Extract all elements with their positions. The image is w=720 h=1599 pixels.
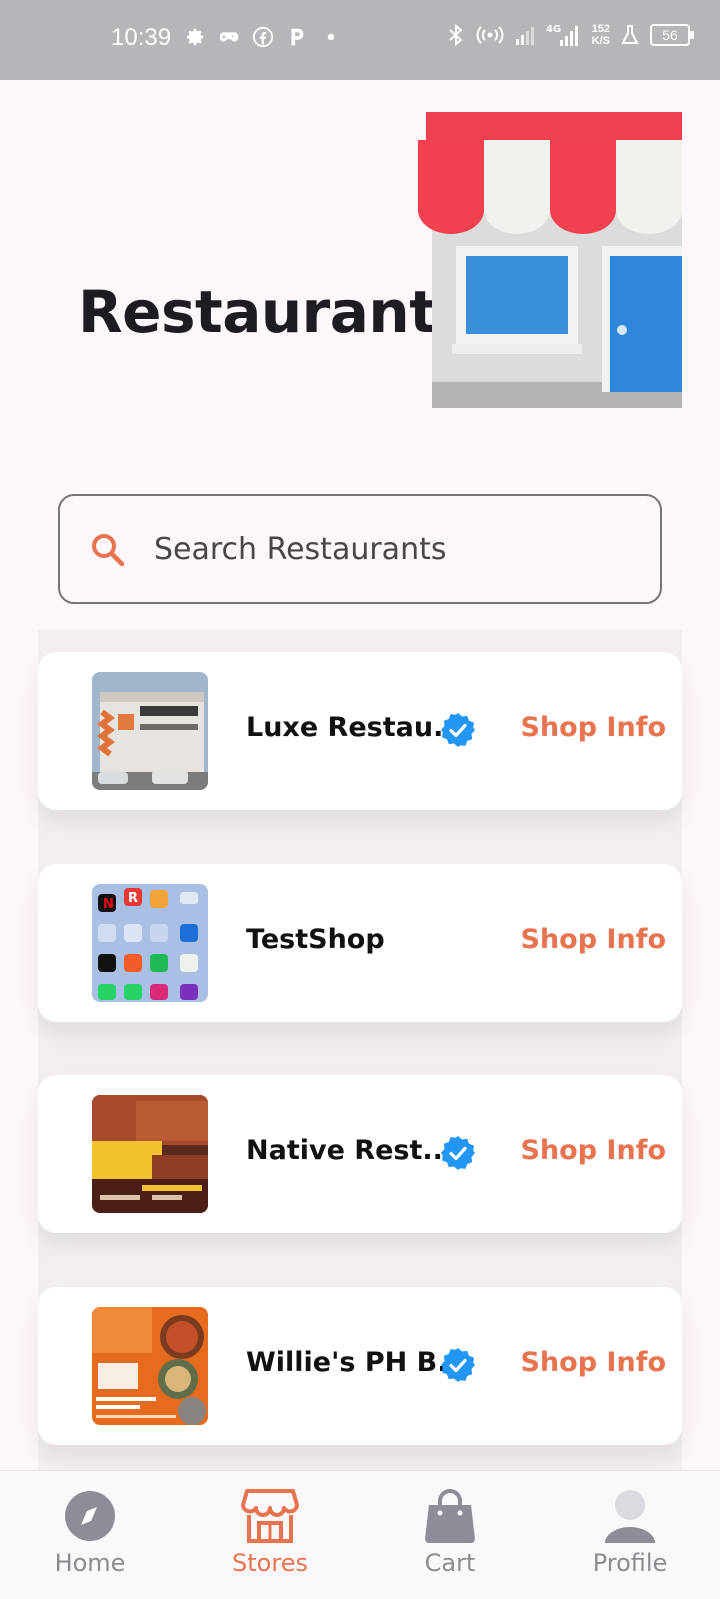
nav-label: Home bbox=[54, 1549, 126, 1577]
search-input[interactable] bbox=[154, 526, 634, 572]
nav-label: Profile bbox=[592, 1549, 668, 1577]
verified-badge-icon bbox=[441, 713, 475, 747]
store-icon bbox=[241, 1489, 299, 1543]
settings-icon bbox=[186, 28, 204, 46]
restaurant-thumbnail bbox=[92, 1307, 208, 1425]
restaurant-card-native[interactable]: Native Rest... Shop Info bbox=[38, 1075, 682, 1233]
4g-signal-icon: 4G bbox=[546, 24, 578, 46]
nav-item-profile[interactable]: Profile bbox=[560, 1487, 700, 1577]
verified-badge-icon bbox=[441, 1136, 475, 1170]
svg-text:4G: 4G bbox=[546, 24, 561, 35]
restaurant-card-luxe[interactable]: Luxe Restau... Shop Info bbox=[38, 652, 682, 810]
verified-badge-icon bbox=[441, 1348, 475, 1382]
network-speed: 152 K/S bbox=[592, 23, 610, 47]
restaurant-name[interactable]: Luxe Restau... bbox=[246, 712, 464, 743]
restaurant-card-testshop[interactable]: N R TestShop Shop Info bbox=[38, 864, 682, 1022]
dot-icon bbox=[327, 33, 335, 41]
person-icon bbox=[605, 1490, 655, 1543]
search-icon bbox=[92, 534, 125, 567]
compass-icon bbox=[65, 1491, 115, 1541]
hotspot-icon bbox=[476, 26, 504, 44]
nav-label: Cart bbox=[424, 1549, 476, 1577]
shop-info-button[interactable]: Shop Info bbox=[520, 1135, 666, 1166]
restaurant-card-willies[interactable]: Willie's PH B... Shop Info bbox=[38, 1287, 682, 1445]
shopping-bag-icon bbox=[425, 1489, 475, 1543]
gamepad-icon bbox=[219, 32, 239, 42]
nav-item-home[interactable]: Home bbox=[20, 1487, 160, 1577]
shop-info-button[interactable]: Shop Info bbox=[520, 712, 666, 743]
network-speed-unit: K/S bbox=[591, 35, 610, 47]
system-icons: 4G 152 K/S 56 bbox=[446, 22, 694, 48]
status-bar: 10:39 4G 152 K/S 56 bbox=[0, 0, 720, 80]
p-app-icon bbox=[291, 28, 304, 46]
notification-icons bbox=[184, 26, 342, 48]
svg-text:N: N bbox=[103, 897, 114, 912]
restaurant-name[interactable]: Willie's PH B... bbox=[246, 1347, 468, 1378]
nav-item-stores[interactable]: Stores bbox=[200, 1487, 340, 1577]
nav-item-cart[interactable]: Cart bbox=[380, 1487, 520, 1577]
restaurant-name[interactable]: Native Rest... bbox=[246, 1135, 453, 1166]
shop-info-button[interactable]: Shop Info bbox=[520, 924, 666, 955]
restaurant-thumbnail bbox=[92, 1095, 208, 1213]
storefront-illustration bbox=[418, 112, 682, 408]
nav-label: Stores bbox=[232, 1549, 308, 1577]
search-box[interactable] bbox=[58, 494, 662, 604]
svg-text:R: R bbox=[128, 891, 138, 906]
bottom-navigation: Home Stores Cart Profile bbox=[0, 1470, 720, 1599]
signal-icon bbox=[515, 27, 534, 45]
network-speed-value: 152 bbox=[591, 23, 610, 35]
facebook-icon bbox=[252, 26, 274, 48]
restaurant-name[interactable]: TestShop bbox=[246, 924, 385, 955]
bluetooth-icon bbox=[448, 23, 463, 47]
shop-info-button[interactable]: Shop Info bbox=[520, 1347, 666, 1378]
status-time: 10:39 bbox=[111, 24, 172, 51]
restaurant-thumbnail: N R bbox=[92, 884, 208, 1002]
battery-indicator: 56 bbox=[650, 24, 694, 46]
flask-icon bbox=[621, 25, 639, 44]
restaurant-thumbnail bbox=[92, 672, 208, 790]
